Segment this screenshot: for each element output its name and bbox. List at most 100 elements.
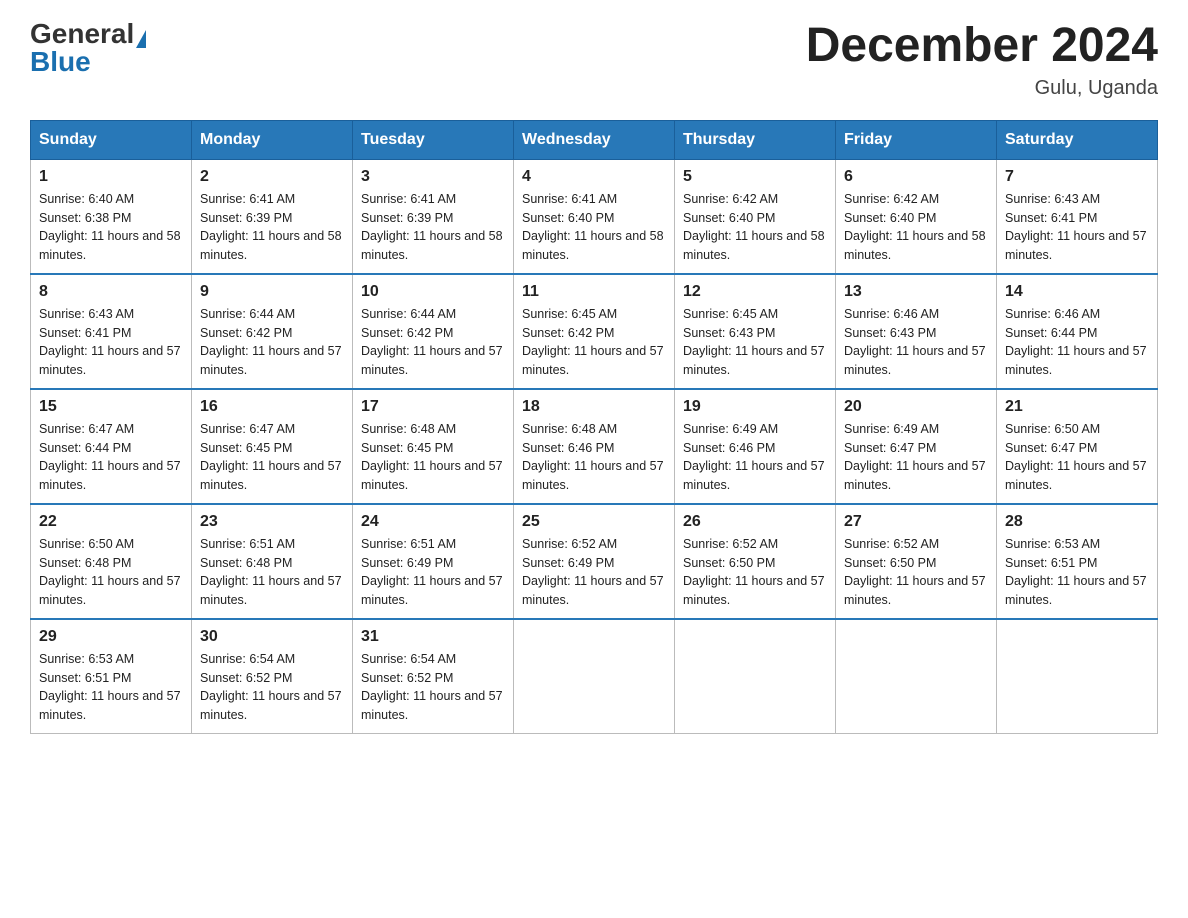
calendar-day-cell — [675, 619, 836, 734]
day-number: 8 — [39, 283, 183, 301]
day-number: 13 — [844, 283, 988, 301]
day-number: 21 — [1005, 398, 1149, 416]
weekday-header-thursday: Thursday — [675, 120, 836, 159]
calendar-day-cell: 16 Sunrise: 6:47 AMSunset: 6:45 PMDayligh… — [192, 389, 353, 504]
day-number: 19 — [683, 398, 827, 416]
calendar-day-cell: 5 Sunrise: 6:42 AMSunset: 6:40 PMDaylight… — [675, 159, 836, 274]
day-info: Sunrise: 6:48 AMSunset: 6:46 PMDaylight:… — [522, 420, 666, 495]
day-info: Sunrise: 6:50 AMSunset: 6:48 PMDaylight:… — [39, 535, 183, 610]
day-number: 18 — [522, 398, 666, 416]
calendar-day-cell: 18 Sunrise: 6:48 AMSunset: 6:46 PMDayligh… — [514, 389, 675, 504]
day-info: Sunrise: 6:49 AMSunset: 6:46 PMDaylight:… — [683, 420, 827, 495]
day-number: 24 — [361, 513, 505, 531]
day-number: 10 — [361, 283, 505, 301]
day-info: Sunrise: 6:52 AMSunset: 6:49 PMDaylight:… — [522, 535, 666, 610]
calendar-day-cell: 15 Sunrise: 6:47 AMSunset: 6:44 PMDayligh… — [31, 389, 192, 504]
day-number: 31 — [361, 628, 505, 646]
calendar-day-cell: 30 Sunrise: 6:54 AMSunset: 6:52 PMDayligh… — [192, 619, 353, 734]
day-info: Sunrise: 6:47 AMSunset: 6:44 PMDaylight:… — [39, 420, 183, 495]
calendar-week-row: 1 Sunrise: 6:40 AMSunset: 6:38 PMDaylight… — [31, 159, 1158, 274]
location-text: Gulu, Uganda — [806, 77, 1158, 100]
calendar-week-row: 29 Sunrise: 6:53 AMSunset: 6:51 PMDayligh… — [31, 619, 1158, 734]
day-info: Sunrise: 6:41 AMSunset: 6:39 PMDaylight:… — [361, 190, 505, 265]
day-number: 11 — [522, 283, 666, 301]
calendar-day-cell: 2 Sunrise: 6:41 AMSunset: 6:39 PMDaylight… — [192, 159, 353, 274]
day-info: Sunrise: 6:48 AMSunset: 6:45 PMDaylight:… — [361, 420, 505, 495]
day-info: Sunrise: 6:52 AMSunset: 6:50 PMDaylight:… — [683, 535, 827, 610]
day-info: Sunrise: 6:51 AMSunset: 6:49 PMDaylight:… — [361, 535, 505, 610]
day-number: 15 — [39, 398, 183, 416]
calendar-day-cell: 12 Sunrise: 6:45 AMSunset: 6:43 PMDayligh… — [675, 274, 836, 389]
day-info: Sunrise: 6:40 AMSunset: 6:38 PMDaylight:… — [39, 190, 183, 265]
day-number: 22 — [39, 513, 183, 531]
calendar-day-cell — [997, 619, 1158, 734]
day-number: 16 — [200, 398, 344, 416]
day-number: 28 — [1005, 513, 1149, 531]
calendar-week-row: 8Sunrise: 6:43 AMSunset: 6:41 PMDaylight… — [31, 274, 1158, 389]
day-number: 5 — [683, 168, 827, 186]
page-header: General Blue December 2024 Gulu, Uganda — [30, 20, 1158, 100]
month-title: December 2024 — [806, 20, 1158, 73]
day-number: 29 — [39, 628, 183, 646]
weekday-header-saturday: Saturday — [997, 120, 1158, 159]
calendar-day-cell: 26Sunrise: 6:52 AMSunset: 6:50 PMDayligh… — [675, 504, 836, 619]
day-number: 20 — [844, 398, 988, 416]
day-info: Sunrise: 6:54 AMSunset: 6:52 PMDaylight:… — [200, 650, 344, 725]
weekday-header-monday: Monday — [192, 120, 353, 159]
day-info: Sunrise: 6:53 AMSunset: 6:51 PMDaylight:… — [39, 650, 183, 725]
logo: General Blue — [30, 20, 146, 76]
calendar-day-cell: 25 Sunrise: 6:52 AMSunset: 6:49 PMDayligh… — [514, 504, 675, 619]
day-number: 1 — [39, 168, 183, 186]
day-info: Sunrise: 6:49 AMSunset: 6:47 PMDaylight:… — [844, 420, 988, 495]
day-number: 14 — [1005, 283, 1149, 301]
day-info: Sunrise: 6:45 AMSunset: 6:43 PMDaylight:… — [683, 305, 827, 380]
calendar-day-cell — [836, 619, 997, 734]
calendar-day-cell: 13 Sunrise: 6:46 AMSunset: 6:43 PMDayligh… — [836, 274, 997, 389]
day-number: 6 — [844, 168, 988, 186]
calendar-day-cell: 31 Sunrise: 6:54 AMSunset: 6:52 PMDayligh… — [353, 619, 514, 734]
weekday-header-wednesday: Wednesday — [514, 120, 675, 159]
weekday-header-friday: Friday — [836, 120, 997, 159]
day-number: 30 — [200, 628, 344, 646]
day-info: Sunrise: 6:53 AMSunset: 6:51 PMDaylight:… — [1005, 535, 1149, 610]
day-info: Sunrise: 6:54 AMSunset: 6:52 PMDaylight:… — [361, 650, 505, 725]
logo-line1: General — [30, 20, 146, 48]
day-number: 4 — [522, 168, 666, 186]
calendar-day-cell: 11 Sunrise: 6:45 AMSunset: 6:42 PMDayligh… — [514, 274, 675, 389]
calendar-day-cell: 4 Sunrise: 6:41 AMSunset: 6:40 PMDaylight… — [514, 159, 675, 274]
weekday-header-sunday: Sunday — [31, 120, 192, 159]
day-number: 2 — [200, 168, 344, 186]
day-info: Sunrise: 6:47 AMSunset: 6:45 PMDaylight:… — [200, 420, 344, 495]
day-number: 9 — [200, 283, 344, 301]
calendar-day-cell: 22 Sunrise: 6:50 AMSunset: 6:48 PMDayligh… — [31, 504, 192, 619]
day-info: Sunrise: 6:45 AMSunset: 6:42 PMDaylight:… — [522, 305, 666, 380]
day-number: 3 — [361, 168, 505, 186]
day-number: 23 — [200, 513, 344, 531]
day-info: Sunrise: 6:44 AMSunset: 6:42 PMDaylight:… — [361, 305, 505, 380]
day-info: Sunrise: 6:41 AMSunset: 6:40 PMDaylight:… — [522, 190, 666, 265]
day-number: 17 — [361, 398, 505, 416]
calendar-day-cell — [514, 619, 675, 734]
calendar-day-cell: 3 Sunrise: 6:41 AMSunset: 6:39 PMDaylight… — [353, 159, 514, 274]
day-info: Sunrise: 6:42 AMSunset: 6:40 PMDaylight:… — [683, 190, 827, 265]
calendar-day-cell: 20 Sunrise: 6:49 AMSunset: 6:47 PMDayligh… — [836, 389, 997, 504]
day-info: Sunrise: 6:46 AMSunset: 6:43 PMDaylight:… — [844, 305, 988, 380]
day-info: Sunrise: 6:41 AMSunset: 6:39 PMDaylight:… — [200, 190, 344, 265]
calendar-day-cell: 23Sunrise: 6:51 AMSunset: 6:48 PMDayligh… — [192, 504, 353, 619]
day-number: 25 — [522, 513, 666, 531]
day-number: 7 — [1005, 168, 1149, 186]
calendar-day-cell: 6 Sunrise: 6:42 AMSunset: 6:40 PMDaylight… — [836, 159, 997, 274]
day-number: 27 — [844, 513, 988, 531]
calendar-day-cell: 14Sunrise: 6:46 AMSunset: 6:44 PMDayligh… — [997, 274, 1158, 389]
calendar-day-cell: 8Sunrise: 6:43 AMSunset: 6:41 PMDaylight… — [31, 274, 192, 389]
calendar-week-row: 22 Sunrise: 6:50 AMSunset: 6:48 PMDayligh… — [31, 504, 1158, 619]
day-info: Sunrise: 6:50 AMSunset: 6:47 PMDaylight:… — [1005, 420, 1149, 495]
title-block: December 2024 Gulu, Uganda — [806, 20, 1158, 100]
calendar-day-cell: 21 Sunrise: 6:50 AMSunset: 6:47 PMDayligh… — [997, 389, 1158, 504]
day-number: 12 — [683, 283, 827, 301]
day-info: Sunrise: 6:42 AMSunset: 6:40 PMDaylight:… — [844, 190, 988, 265]
weekday-header-row: SundayMondayTuesdayWednesdayThursdayFrid… — [31, 120, 1158, 159]
calendar-day-cell: 27Sunrise: 6:52 AMSunset: 6:50 PMDayligh… — [836, 504, 997, 619]
calendar-day-cell: 29 Sunrise: 6:53 AMSunset: 6:51 PMDayligh… — [31, 619, 192, 734]
day-info: Sunrise: 6:43 AMSunset: 6:41 PMDaylight:… — [1005, 190, 1149, 265]
